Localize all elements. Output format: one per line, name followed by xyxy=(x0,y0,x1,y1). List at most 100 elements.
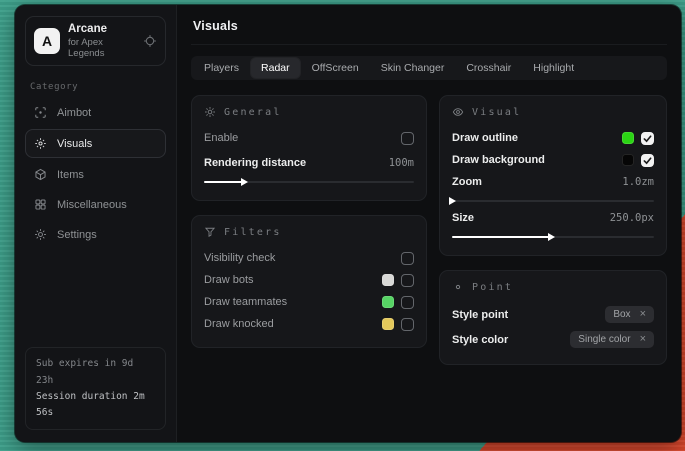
panel-general: General Enable Rendering distance 100m xyxy=(191,95,427,201)
draw-teammates-color-swatch[interactable] xyxy=(382,296,394,308)
draw-outline-checkbox[interactable] xyxy=(641,132,654,145)
draw-outline-color-swatch[interactable] xyxy=(622,132,634,144)
sidebar-item-miscellaneous[interactable]: Miscellaneous xyxy=(25,191,166,218)
zoom-label: Zoom xyxy=(452,176,482,188)
session-duration-text: Session duration 2m 56s xyxy=(36,389,155,421)
draw-teammates-label: Draw teammates xyxy=(204,296,287,308)
style-point-label: Style point xyxy=(452,309,508,321)
funnel-icon xyxy=(204,226,216,238)
visibility-check-checkbox[interactable] xyxy=(401,252,414,265)
sidebar-item-settings[interactable]: Settings xyxy=(25,221,166,248)
tab-offscreen[interactable]: OffScreen xyxy=(302,58,369,78)
enable-label: Enable xyxy=(204,132,238,144)
panel-title: Visual xyxy=(472,107,521,118)
zoom-row: Zoom 1.0zm xyxy=(452,171,654,193)
tab-bar: Players Radar OffScreen Skin Changer Cro… xyxy=(191,56,667,80)
rendering-distance-slider[interactable] xyxy=(204,181,414,183)
visuals-aperture-icon xyxy=(34,137,47,150)
sidebar-item-label: Settings xyxy=(57,229,97,241)
sidebar-item-items[interactable]: Items xyxy=(25,161,166,188)
visibility-check-label: Visibility check xyxy=(204,252,275,264)
draw-knocked-row: Draw knocked xyxy=(204,313,414,335)
tab-players[interactable]: Players xyxy=(194,58,249,78)
tab-crosshair[interactable]: Crosshair xyxy=(456,58,521,78)
draw-background-row: Draw background xyxy=(452,149,654,171)
sub-expires-text: Sub expires in 9d 23h xyxy=(36,356,155,388)
enable-row: Enable xyxy=(204,127,414,149)
zoom-slider[interactable] xyxy=(452,200,654,202)
panel-visual: Visual Draw outline Draw background xyxy=(439,95,667,256)
scope-icon xyxy=(34,106,47,119)
style-color-label: Style color xyxy=(452,334,508,346)
enable-checkbox[interactable] xyxy=(401,132,414,145)
size-value: 250.0px xyxy=(610,212,654,224)
sidebar-item-aimbot[interactable]: Aimbot xyxy=(25,99,166,126)
draw-bots-row: Draw bots xyxy=(204,269,414,291)
cube-icon xyxy=(34,168,47,181)
size-label: Size xyxy=(452,212,474,224)
sidebar-spacer xyxy=(25,251,166,347)
style-point-row: Style point Box × xyxy=(452,302,654,327)
general-gear-icon xyxy=(204,106,216,118)
tab-highlight[interactable]: Highlight xyxy=(523,58,584,78)
style-color-select[interactable]: Single color × xyxy=(570,331,654,348)
app-header-card: A Arcane for Apex Legends xyxy=(25,16,166,66)
panel-title: Filters xyxy=(224,227,282,238)
remove-icon[interactable]: × xyxy=(640,309,646,320)
column-right: Visual Draw outline Draw background xyxy=(439,95,667,365)
draw-background-color-swatch[interactable] xyxy=(622,154,634,166)
draw-outline-label: Draw outline xyxy=(452,132,518,144)
category-label: Category xyxy=(30,82,161,92)
content: General Enable Rendering distance 100m xyxy=(191,95,667,365)
app-logo: A xyxy=(34,28,60,54)
slider-thumb[interactable] xyxy=(449,197,456,205)
style-color-row: Style color Single color × xyxy=(452,327,654,352)
main-area: Visuals Players Radar OffScreen Skin Cha… xyxy=(177,5,681,442)
gear-icon xyxy=(34,228,47,241)
style-point-value: Box xyxy=(613,309,630,320)
draw-bots-color-swatch[interactable] xyxy=(382,274,394,286)
draw-background-checkbox[interactable] xyxy=(641,154,654,167)
draw-outline-row: Draw outline xyxy=(452,127,654,149)
sidebar-item-label: Items xyxy=(57,169,84,181)
app-name: Arcane xyxy=(68,23,135,35)
panel-title: General xyxy=(224,107,282,118)
app-subtitle: for Apex Legends xyxy=(68,37,135,59)
draw-background-label: Draw background xyxy=(452,154,545,166)
rendering-distance-value: 100m xyxy=(389,157,414,169)
style-color-value: Single color xyxy=(578,334,630,345)
size-row: Size 250.0px xyxy=(452,207,654,229)
panel-title: Point xyxy=(472,282,513,293)
panel-filters: Filters Visibility check Draw bots xyxy=(191,215,427,348)
draw-knocked-color-swatch[interactable] xyxy=(382,318,394,330)
column-left: General Enable Rendering distance 100m xyxy=(191,95,427,348)
sidebar-item-visuals[interactable]: Visuals xyxy=(25,129,166,158)
target-icon[interactable] xyxy=(143,34,157,48)
draw-bots-checkbox[interactable] xyxy=(401,274,414,287)
slider-thumb[interactable] xyxy=(241,178,248,186)
eye-icon xyxy=(452,106,464,118)
panel-point: Point Style point Box × Style color Sing… xyxy=(439,270,667,365)
rendering-distance-row: Rendering distance 100m xyxy=(204,152,414,174)
remove-icon[interactable]: × xyxy=(640,334,646,345)
page-title: Visuals xyxy=(191,17,667,45)
app-window: A Arcane for Apex Legends Category Aimbo… xyxy=(15,5,681,442)
slider-thumb[interactable] xyxy=(548,233,555,241)
visibility-check-row: Visibility check xyxy=(204,247,414,269)
draw-bots-label: Draw bots xyxy=(204,274,254,286)
draw-knocked-checkbox[interactable] xyxy=(401,318,414,331)
sidebar-item-label: Miscellaneous xyxy=(57,199,127,211)
draw-knocked-label: Draw knocked xyxy=(204,318,274,330)
size-slider[interactable] xyxy=(452,236,654,238)
sidebar-item-label: Visuals xyxy=(57,138,92,150)
rendering-distance-label: Rendering distance xyxy=(204,157,306,169)
grid-icon xyxy=(34,198,47,211)
tab-skin-changer[interactable]: Skin Changer xyxy=(371,58,455,78)
draw-teammates-checkbox[interactable] xyxy=(401,296,414,309)
subscription-card: Sub expires in 9d 23h Session duration 2… xyxy=(25,347,166,430)
sidebar-item-label: Aimbot xyxy=(57,107,91,119)
sidebar: A Arcane for Apex Legends Category Aimbo… xyxy=(15,5,177,442)
app-names: Arcane for Apex Legends xyxy=(68,23,135,59)
style-point-select[interactable]: Box × xyxy=(605,306,654,323)
tab-radar[interactable]: Radar xyxy=(251,58,300,78)
